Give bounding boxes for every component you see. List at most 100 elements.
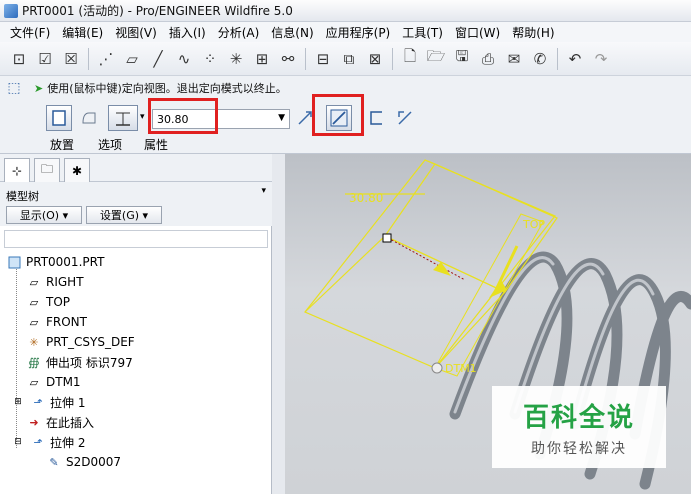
tree-item-label: 在此插入 <box>46 415 95 430</box>
menu-window[interactable]: 窗口(W) <box>449 24 506 41</box>
pane-divider[interactable] <box>272 154 285 494</box>
model-tree-header: 模型树 ▾ 显示(O) ▾ 设置(G) ▾ <box>0 182 272 226</box>
spline-icon[interactable]: ∿ <box>173 48 195 70</box>
tab-options[interactable]: 选项 <box>98 136 122 153</box>
expand-icon[interactable]: ⊞ <box>10 395 26 409</box>
menu-analysis[interactable]: 分析(A) <box>212 24 266 41</box>
toolbar-separator <box>88 47 89 70</box>
surface-icon <box>82 112 96 124</box>
datum-axis-icon[interactable]: ⋰ <box>95 48 117 70</box>
blind-depth-icon <box>116 112 130 126</box>
print-icon[interactable]: ⎙ <box>477 48 499 70</box>
message-prompt: 使用(鼠标中键)定向视图。退出定向模式以终止。 <box>47 82 287 95</box>
tree-item-label: 拉伸 2 <box>50 435 86 450</box>
tree-item-label: 伸出项 标识797 <box>46 355 133 370</box>
menu-info[interactable]: 信息(N) <box>265 24 319 41</box>
dashboard-tabs: 放置 选项 属性 <box>0 136 300 154</box>
watermark: 百科全说 助你轻松解决 <box>492 386 666 468</box>
protrusion-icon: ∰ <box>28 355 40 369</box>
model-tree-tab-icon[interactable]: ⊹ <box>4 158 30 183</box>
datum-plane-icon[interactable]: ▱ <box>121 48 143 70</box>
menu-insert[interactable]: 插入(I) <box>163 24 212 41</box>
tree-item-label: S2D0007 <box>66 455 122 469</box>
menu-bar: 文件(F) 编辑(E) 视图(V) 插入(I) 分析(A) 信息(N) 应用程序… <box>0 22 691 42</box>
tree-item-front[interactable]: ▱ FRONT <box>26 312 87 332</box>
app-icon <box>4 3 18 18</box>
redo-icon[interactable]: ↷ <box>590 48 612 70</box>
menu-tools[interactable]: 工具(T) <box>396 24 449 41</box>
settings-button[interactable]: 设置(G) ▾ <box>86 206 162 224</box>
thicken-sketch-button[interactable] <box>364 105 390 131</box>
direction-line <box>387 237 466 281</box>
analysis-icon[interactable]: ⊞ <box>251 48 273 70</box>
depth-dimension-label[interactable]: 30.80 <box>349 191 383 205</box>
tree-item-csys[interactable]: ✳ PRT_CSYS_DEF <box>26 332 135 352</box>
mail-icon[interactable]: ✆ <box>529 48 551 70</box>
origin-point <box>431 362 443 374</box>
tree-item-right[interactable]: ▱ RIGHT <box>26 272 84 292</box>
datum-plane-icon: ▱ <box>29 295 39 309</box>
collapse-icon[interactable]: ⊟ <box>10 435 26 449</box>
favorites-tab-icon[interactable]: ✱ <box>64 158 90 182</box>
dashboard-controls: ▾ 30.80 ▼ <box>0 94 691 136</box>
tree-item-protrusion[interactable]: ∰ 伸出项 标识797 <box>26 352 133 372</box>
print-setup-icon[interactable]: ⊠ <box>364 48 386 70</box>
menu-edit[interactable]: 编辑(E) <box>56 24 109 41</box>
show-button[interactable]: 显示(O) ▾ <box>6 206 82 224</box>
new-sketch-icon[interactable]: ⊡ <box>8 48 30 70</box>
message-arrow-icon: ➤ <box>34 81 44 95</box>
datum-plane-icon: ▱ <box>29 375 39 389</box>
tree-item-label: DTM1 <box>46 375 81 389</box>
save-icon[interactable]: 🖫 <box>451 47 473 70</box>
depth-dropdown-icon[interactable]: ▼ <box>278 113 285 123</box>
menu-file[interactable]: 文件(F) <box>4 24 56 41</box>
datum-curve-icon[interactable]: ╱ <box>147 48 169 70</box>
datum-plane-dtm1 <box>434 213 544 377</box>
model-tree-filter[interactable] <box>4 230 268 248</box>
depth-option-button[interactable] <box>108 105 138 131</box>
tree-item-dtm1[interactable]: ▱ DTM1 <box>26 372 81 392</box>
open-icon[interactable]: 🗁 <box>425 47 447 70</box>
tab-placement[interactable]: 放置 <box>50 136 74 153</box>
menu-help[interactable]: 帮助(H) <box>506 24 560 41</box>
depth-highlight-box <box>148 98 218 134</box>
drag-handle[interactable] <box>382 233 392 243</box>
link-icon[interactable]: ⚯ <box>277 48 299 70</box>
navigator-tabs: ⊹ 🗀 ✱ <box>0 154 272 183</box>
flip-material-side-button[interactable] <box>392 105 418 131</box>
new-file-icon[interactable]: 🗋 <box>399 47 421 70</box>
model-tree-menu-icon[interactable]: ▾ <box>261 186 266 196</box>
menu-applications[interactable]: 应用程序(P) <box>320 24 397 41</box>
checkbox-icon[interactable]: ☑ <box>34 48 56 70</box>
layer-icon[interactable]: ⧉ <box>338 48 360 70</box>
close-box-icon[interactable]: ☒ <box>60 48 82 70</box>
window-icon[interactable]: ⊟ <box>312 48 334 70</box>
tree-item-extrude-2[interactable]: ⊟ ⬏ 拉伸 2 <box>10 432 85 452</box>
tree-item-label: PRT0001.PRT <box>26 255 105 269</box>
tree-item-label: PRT_CSYS_DEF <box>46 335 135 349</box>
navigator-pane: ⊹ 🗀 ✱ 模型树 ▾ 显示(O) ▾ 设置(G) ▾ PRT0001.PRT … <box>0 154 272 494</box>
tree-item-insert-here[interactable]: ➜ 在此插入 <box>26 412 94 432</box>
tree-item-label: RIGHT <box>46 275 84 289</box>
toolbar-separator <box>557 47 558 70</box>
point-icon[interactable]: ⁘ <box>199 48 221 70</box>
tree-item-part[interactable]: PRT0001.PRT <box>6 252 104 272</box>
surface-toggle-button[interactable] <box>76 105 102 131</box>
tab-properties[interactable]: 属性 <box>144 136 168 153</box>
solid-toggle-button[interactable] <box>46 105 72 131</box>
undo-icon[interactable]: ↶ <box>564 48 586 70</box>
insert-here-icon: ➜ <box>29 415 39 429</box>
depth-option-dropdown-icon[interactable]: ▾ <box>140 112 145 122</box>
send-icon[interactable]: ✉ <box>503 48 525 70</box>
folder-browser-tab-icon[interactable]: 🗀 <box>34 158 60 182</box>
tree-item-extrude-1[interactable]: ⊞ ⬏ 拉伸 1 <box>10 392 85 412</box>
thicken-icon <box>370 111 382 125</box>
orient-view-icon[interactable]: ⬚ <box>4 78 24 98</box>
toolbar-separator <box>305 47 306 70</box>
direction-arrow-icon[interactable] <box>433 262 451 276</box>
menu-view[interactable]: 视图(V) <box>109 24 163 41</box>
tree-item-top[interactable]: ▱ TOP <box>26 292 70 312</box>
csys-icon[interactable]: ✳ <box>225 48 247 70</box>
tree-item-label: FRONT <box>46 315 87 329</box>
tree-item-sketch[interactable]: ✎ S2D0007 <box>46 452 121 472</box>
